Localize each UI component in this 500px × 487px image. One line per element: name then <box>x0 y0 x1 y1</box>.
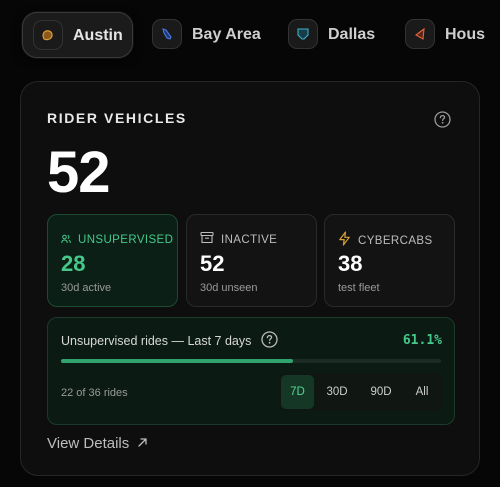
rides-progress-fill <box>61 359 294 363</box>
total-vehicles-value: 52 <box>47 140 111 205</box>
arrow-up-right-icon <box>129 435 148 452</box>
stat-inactive-value: 52 <box>200 251 225 276</box>
tab-houston[interactable]: Hous <box>405 12 500 58</box>
range-30d-button[interactable]: 30D <box>316 375 358 409</box>
range-all-button[interactable]: All <box>404 375 440 409</box>
rider-vehicles-card: RIDER VEHICLES 52 UNSUPERVISED 28 30d ac… <box>20 81 480 476</box>
help-circle-icon[interactable] <box>261 331 278 348</box>
stat-unsupervised-sub: 30d active <box>61 282 112 294</box>
stat-unsupervised-header: UNSUPERVISED <box>61 231 173 249</box>
view-details-link[interactable]: View Details <box>47 435 148 452</box>
archive-icon <box>200 231 214 249</box>
bay-area-map-icon <box>152 19 182 49</box>
stat-cybercabs-sub: test fleet <box>338 282 380 294</box>
dallas-map-icon <box>288 19 318 49</box>
stat-cybercabs[interactable]: CYBERCABS 38 test fleet <box>324 214 455 307</box>
unsupervised-rides-panel: Unsupervised rides — Last 7 days 61.1% 2… <box>47 317 455 425</box>
tab-dallas-label: Dallas <box>328 26 376 43</box>
rides-title: Unsupervised rides — Last 7 days <box>61 334 252 348</box>
rides-percent: 61.1% <box>402 333 442 348</box>
stat-unsupervised-value: 28 <box>61 251 86 276</box>
range-90d-button[interactable]: 90D <box>360 375 402 409</box>
stat-cybercabs-header: CYBERCABS <box>338 231 433 251</box>
view-details-label: View Details <box>47 435 130 452</box>
rides-progress-track <box>61 359 441 363</box>
users-icon <box>61 231 71 249</box>
help-circle-icon[interactable] <box>434 111 451 128</box>
time-range-selector: 7D 30D 90D All <box>279 373 442 411</box>
houston-map-icon <box>405 19 435 49</box>
stat-inactive[interactable]: INACTIVE 52 30d unseen <box>186 214 317 307</box>
tab-austin-label: Austin <box>73 27 123 44</box>
austin-map-icon <box>33 20 63 50</box>
stat-cybercabs-label: CYBERCABS <box>358 235 433 247</box>
stat-inactive-sub: 30d unseen <box>200 282 258 294</box>
rides-count: 22 of 36 rides <box>61 387 128 399</box>
stat-cybercabs-value: 38 <box>338 251 363 276</box>
lightning-icon <box>338 231 351 251</box>
tab-bay-area-label: Bay Area <box>192 26 261 43</box>
stat-unsupervised-label: UNSUPERVISED <box>78 234 174 246</box>
stat-inactive-header: INACTIVE <box>200 231 277 249</box>
tab-bay-area[interactable]: Bay Area <box>152 12 262 58</box>
tab-houston-label: Hous <box>445 26 485 43</box>
stat-inactive-label: INACTIVE <box>221 234 278 246</box>
city-tabs: Austin Bay Area Dallas Hous <box>0 0 500 70</box>
range-7d-button[interactable]: 7D <box>281 375 314 409</box>
tab-dallas[interactable]: Dallas <box>288 12 388 58</box>
stat-unsupervised[interactable]: UNSUPERVISED 28 30d active <box>47 214 178 307</box>
tab-austin[interactable]: Austin <box>22 12 133 58</box>
card-title: RIDER VEHICLES <box>47 110 187 126</box>
